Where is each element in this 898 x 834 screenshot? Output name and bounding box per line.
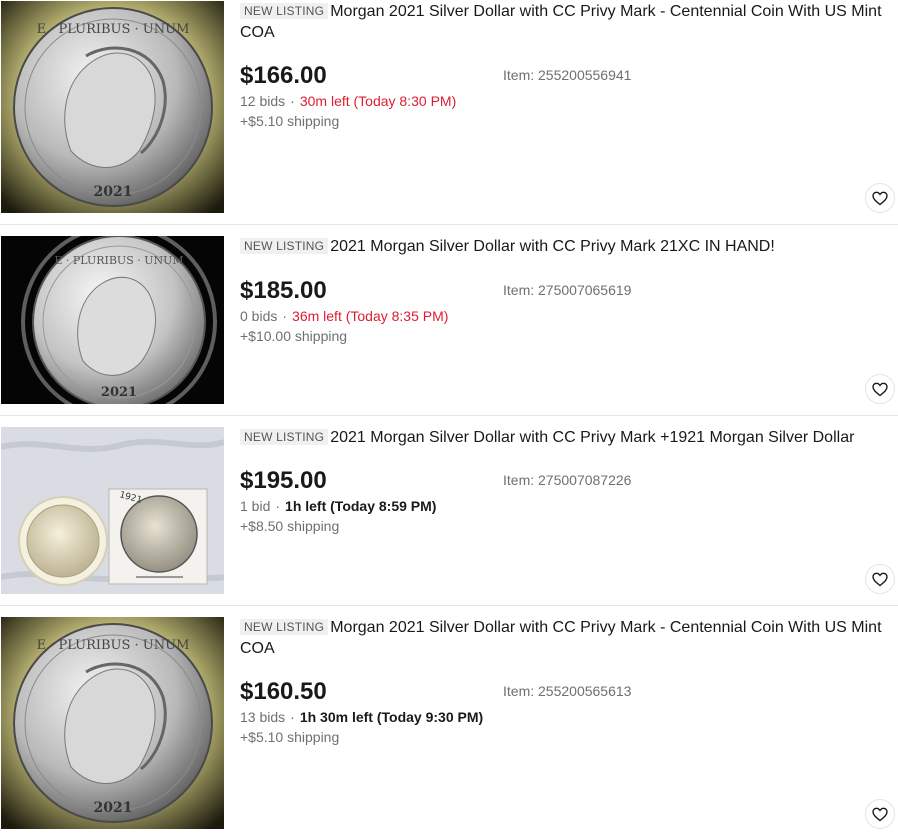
item-number: Item: 275007065619 — [503, 282, 632, 298]
coin-photo: 1921 — [1, 427, 224, 594]
coin-year-text: 2021 — [94, 800, 133, 816]
time-left: 1h 30m left (Today 9:30 PM) — [299, 709, 484, 725]
item-number: Item: 275007087226 — [503, 472, 632, 488]
bid-info: 12 bids · 30m left (Today 8:30 PM) — [240, 93, 456, 109]
separator-dot: · — [282, 308, 288, 324]
bid-info: 1 bid · 1h left (Today 8:59 PM) — [240, 498, 436, 514]
item-number: Item: 255200556941 — [503, 67, 632, 83]
time-left: 36m left (Today 8:35 PM) — [292, 308, 449, 324]
listing-title-text: 2021 Morgan Silver Dollar with CC Privy … — [330, 238, 775, 255]
time-left: 30m left (Today 8:30 PM) — [299, 93, 457, 109]
listing-image[interactable]: E · PLURIBUS · UNUM 2021 — [1, 1, 224, 213]
heart-icon — [872, 572, 888, 586]
listing-title-link[interactable]: NEW LISTING 2021 Morgan Silver Dollar wit… — [240, 236, 885, 257]
listing-price: $166.00 — [240, 62, 327, 89]
time-left: 1h left (Today 8:59 PM) — [285, 498, 437, 514]
heart-icon — [872, 191, 888, 205]
coin-year-text: 2021 — [101, 385, 137, 400]
listing-title-text: 2021 Morgan Silver Dollar with CC Privy … — [330, 429, 855, 446]
bid-info: 0 bids · 36m left (Today 8:35 PM) — [240, 308, 448, 324]
bid-info: 13 bids · 1h 30m left (Today 9:30 PM) — [240, 709, 483, 725]
shipping-cost: +$10.00 shipping — [240, 328, 348, 344]
coin-legend-text: E · PLURIBUS · UNUM — [54, 254, 183, 267]
listing-price: $185.00 — [240, 277, 327, 304]
heart-icon — [872, 807, 888, 821]
bid-count: 0 bids — [240, 308, 278, 324]
listing-price: $160.50 — [240, 678, 327, 705]
watch-button[interactable] — [865, 183, 895, 213]
bid-count: 12 bids — [240, 93, 286, 109]
separator-dot: · — [290, 93, 295, 109]
listing-card: E · PLURIBUS · UNUM 2021 NEW LISTING 2021… — [0, 225, 898, 415]
heart-icon — [872, 382, 888, 396]
separator-dot: · — [290, 709, 295, 725]
new-listing-badge: NEW LISTING — [240, 429, 329, 445]
listing-card: E · PLURIBUS · UNUM 2021 NEW LISTING Morg… — [0, 0, 898, 224]
watch-button[interactable] — [865, 799, 895, 829]
new-listing-badge: NEW LISTING — [240, 619, 329, 635]
watch-button[interactable] — [865, 374, 895, 404]
item-number: Item: 255200565613 — [503, 683, 632, 699]
listing-title-text: Morgan 2021 Silver Dollar with CC Privy … — [240, 619, 882, 657]
shipping-cost: +$8.50 shipping — [240, 518, 340, 534]
coin-photo: E · PLURIBUS · UNUM 2021 — [1, 236, 224, 404]
coin-photo: E · PLURIBUS · UNUM 2021 — [1, 617, 224, 829]
coin-legend-text: E · PLURIBUS · UNUM — [37, 638, 190, 653]
shipping-cost: +$5.10 shipping — [240, 113, 340, 129]
new-listing-badge: NEW LISTING — [240, 3, 329, 19]
listing-image[interactable]: E · PLURIBUS · UNUM 2021 — [1, 236, 224, 404]
coin-photo: E · PLURIBUS · UNUM 2021 — [1, 1, 224, 213]
listing-image[interactable]: E · PLURIBUS · UNUM 2021 — [1, 617, 224, 829]
separator-dot: · — [275, 498, 281, 514]
new-listing-badge: NEW LISTING — [240, 238, 329, 254]
listing-title-link[interactable]: NEW LISTING Morgan 2021 Silver Dollar wit… — [240, 617, 885, 659]
listing-title-link[interactable]: NEW LISTING 2021 Morgan Silver Dollar wit… — [240, 427, 885, 448]
listing-title-text: Morgan 2021 Silver Dollar with CC Privy … — [240, 3, 882, 41]
listing-card: 1921 NEW LISTING 2021 Morgan Silver Dolla… — [0, 416, 898, 605]
coin-year-text: 2021 — [94, 184, 133, 200]
listing-image[interactable]: 1921 — [1, 427, 224, 594]
coin-legend-text: E · PLURIBUS · UNUM — [37, 22, 190, 37]
bid-count: 1 bid — [240, 498, 271, 514]
listing-price: $195.00 — [240, 467, 327, 494]
bid-count: 13 bids — [240, 709, 286, 725]
listing-card: E · PLURIBUS · UNUM 2021 NEW LISTING Morg… — [0, 606, 898, 834]
listing-title-link[interactable]: NEW LISTING Morgan 2021 Silver Dollar wit… — [240, 1, 885, 43]
watch-button[interactable] — [865, 564, 895, 594]
shipping-cost: +$5.10 shipping — [240, 729, 340, 745]
